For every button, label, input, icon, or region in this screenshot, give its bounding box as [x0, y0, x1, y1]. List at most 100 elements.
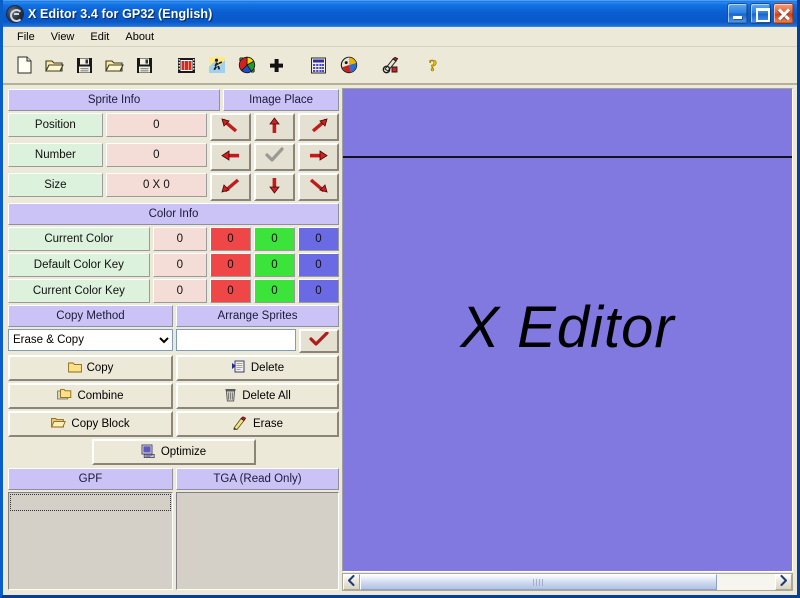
open-folder-icon — [45, 57, 64, 73]
current-color-green[interactable]: 0 — [254, 227, 295, 251]
arrow-right-button[interactable] — [298, 143, 339, 171]
title-bar[interactable]: X Editor 3.4 for GP32 (English) — [3, 0, 797, 27]
size-value[interactable]: 0 X 0 — [105, 173, 207, 197]
scroll-track[interactable] — [360, 574, 775, 590]
combine-button[interactable]: Combine — [8, 383, 173, 409]
palette-icon — [340, 56, 358, 74]
help-button[interactable]: ? — [419, 51, 446, 79]
arrow-up-right-button[interactable] — [298, 113, 339, 141]
grip-dots-icon — [533, 578, 544, 586]
menu-item-file[interactable]: File — [9, 29, 43, 45]
current-color-key-green[interactable]: 0 — [254, 279, 295, 303]
sprite-canvas[interactable]: X Editor — [342, 88, 793, 572]
current-color-key-red[interactable]: 0 — [210, 279, 251, 303]
gpf-list[interactable] — [8, 492, 173, 590]
arrow-left-button[interactable] — [210, 143, 251, 171]
arrow-up-button[interactable] — [254, 113, 295, 141]
optimize-button-label: Optimize — [160, 446, 207, 458]
copy-method-select[interactable]: Erase & Copy — [8, 329, 173, 351]
toolbar: ? — [3, 47, 797, 85]
close-button[interactable] — [773, 3, 794, 24]
save-2-button[interactable] — [131, 51, 158, 79]
copy-button-label: Copy — [86, 362, 114, 374]
delete-all-button[interactable]: Delete All — [176, 383, 339, 409]
gpf-header: GPF — [8, 468, 173, 490]
method-headers-row: Copy Method Arrange Sprites — [8, 305, 339, 327]
up-right-arrow-icon — [308, 117, 329, 137]
position-label: Position — [8, 113, 103, 137]
combine-button-label: Combine — [77, 390, 124, 402]
number-value[interactable]: 0 — [105, 143, 207, 167]
scroll-right-button[interactable] — [775, 574, 792, 590]
current-color-blue[interactable]: 0 — [298, 227, 339, 251]
current-color-key-blue[interactable]: 0 — [298, 279, 339, 303]
filmstrip-icon — [177, 57, 196, 74]
action-row-optimize: Optimize — [8, 439, 339, 465]
save-button[interactable] — [71, 51, 98, 79]
copy-block-button[interactable]: Copy Block — [8, 411, 173, 437]
checkmark-icon — [265, 147, 284, 167]
default-color-key-green[interactable]: 0 — [254, 253, 295, 277]
toolbar-group-tools — [305, 51, 365, 79]
calculator-button[interactable] — [305, 51, 332, 79]
panel-headers-row: Sprite Info Image Place — [8, 89, 339, 111]
toolbar-group-sprite — [173, 51, 293, 79]
arrow-down-right-button[interactable] — [298, 173, 339, 201]
menu-item-edit[interactable]: Edit — [82, 29, 117, 45]
animation-run-button[interactable] — [203, 51, 230, 79]
gpf-list-focus-item[interactable] — [10, 494, 171, 511]
sprite-row-number: Number 0 — [8, 143, 339, 171]
default-color-key-blue[interactable]: 0 — [298, 253, 339, 277]
canvas-horizontal-scrollbar[interactable] — [342, 573, 793, 591]
left-chevron-icon — [347, 575, 356, 589]
arrange-sprites-input[interactable] — [176, 329, 296, 351]
arrange-sprites-apply-button[interactable] — [299, 329, 339, 353]
maximize-button[interactable] — [750, 3, 771, 24]
menu-item-about[interactable]: About — [117, 29, 162, 45]
app-globe-icon — [7, 5, 23, 22]
menu-bar: File View Edit About — [3, 27, 797, 47]
scroll-thumb[interactable] — [360, 574, 717, 590]
trash-can-icon — [224, 388, 237, 405]
position-value[interactable]: 0 — [105, 113, 207, 137]
sprite-row-size: Size 0 X 0 — [8, 173, 339, 201]
current-color-red[interactable]: 0 — [210, 227, 251, 251]
plus-icon — [268, 57, 285, 74]
file-list-headers-row: GPF TGA (Read Only) — [8, 468, 339, 490]
center-confirm-button[interactable] — [254, 143, 295, 171]
tools-button[interactable] — [377, 51, 404, 79]
tga-list[interactable] — [176, 492, 339, 590]
palette-button[interactable] — [335, 51, 362, 79]
down-arrow-icon — [266, 177, 283, 197]
left-panel: Sprite Info Image Place Position 0 Numbe… — [5, 87, 342, 593]
open-folder-2-button[interactable] — [101, 51, 128, 79]
current-color-key-index[interactable]: 0 — [152, 279, 207, 303]
copy-button[interactable]: Copy — [8, 355, 173, 381]
color-wheel-button[interactable] — [233, 51, 260, 79]
optimize-button[interactable]: Optimize — [91, 439, 256, 465]
new-file-button[interactable] — [11, 51, 38, 79]
sprite-row-position: Position 0 — [8, 113, 339, 141]
scroll-left-button[interactable] — [343, 574, 360, 590]
minimize-button[interactable] — [727, 3, 748, 24]
erase-button-label: Erase — [252, 418, 284, 430]
default-color-key-red[interactable]: 0 — [210, 253, 251, 277]
delete-button[interactable]: Delete — [176, 355, 339, 381]
erase-button[interactable]: Erase — [176, 411, 339, 437]
menu-item-view[interactable]: View — [43, 29, 83, 45]
color-info-header-row: Color Info — [8, 203, 339, 225]
current-color-index[interactable]: 0 — [152, 227, 207, 251]
default-color-key-index[interactable]: 0 — [152, 253, 207, 277]
right-arrow-icon — [308, 147, 329, 167]
up-left-arrow-icon — [220, 117, 241, 137]
open-folder-button[interactable] — [41, 51, 68, 79]
arrow-down-button[interactable] — [254, 173, 295, 201]
folder-icon — [67, 361, 82, 376]
optimize-monitor-icon — [141, 444, 156, 461]
add-button[interactable] — [263, 51, 290, 79]
filmstrip-button[interactable] — [173, 51, 200, 79]
action-row-1: Copy Delete — [8, 355, 339, 381]
arrow-up-left-button[interactable] — [210, 113, 251, 141]
arrow-down-left-button[interactable] — [210, 173, 251, 201]
delete-pages-icon — [231, 360, 246, 376]
